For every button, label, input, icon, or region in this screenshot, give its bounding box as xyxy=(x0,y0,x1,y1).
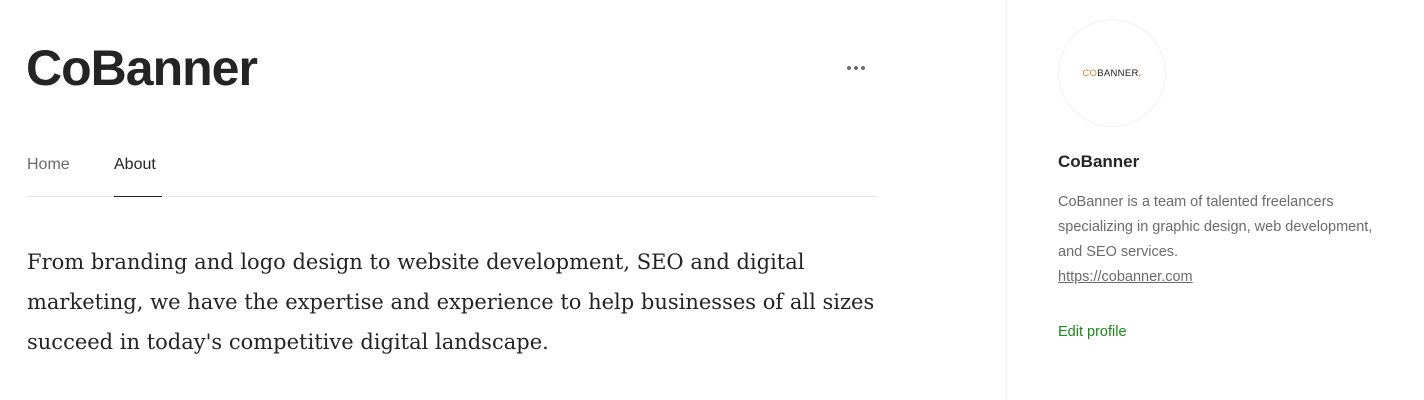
main-content: CoBanner Home About From branding and lo… xyxy=(0,0,1006,400)
cobanner-logo: COBANNER. xyxy=(1082,68,1141,79)
logo-dot: . xyxy=(1138,67,1142,79)
avatar[interactable]: COBANNER. xyxy=(1058,19,1166,127)
profile-tabs: Home About xyxy=(27,0,877,198)
profile-website-link[interactable]: https://cobanner.com xyxy=(1058,269,1193,285)
active-tab-indicator xyxy=(114,196,162,197)
logo-accent-text: CO xyxy=(1082,67,1098,79)
tab-home[interactable]: Home xyxy=(27,154,70,176)
edit-profile-link[interactable]: Edit profile xyxy=(1058,322,1127,342)
profile-sidebar: COBANNER. CoBanner CoBanner is a team of… xyxy=(1006,0,1424,400)
logo-main-text: BANNER xyxy=(1097,67,1139,79)
tab-about[interactable]: About xyxy=(114,154,156,176)
about-text: From branding and logo design to website… xyxy=(27,250,875,354)
profile-bio-text: CoBanner is a team of talented freelance… xyxy=(1058,194,1373,260)
profile-bio: CoBanner is a team of talented freelance… xyxy=(1058,190,1398,290)
profile-name: CoBanner xyxy=(1058,152,1140,171)
